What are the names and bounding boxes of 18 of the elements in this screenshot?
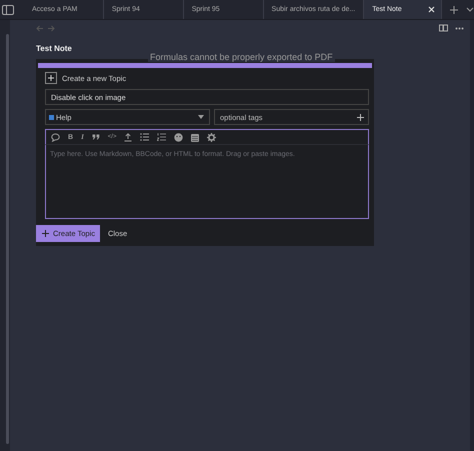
chevron-down-icon[interactable] xyxy=(466,7,474,12)
plus-icon xyxy=(45,72,57,84)
close-icon[interactable] xyxy=(428,6,436,13)
bullet-list-icon[interactable] xyxy=(140,133,150,141)
settings-icon[interactable] xyxy=(207,132,216,142)
caret-icon xyxy=(198,115,204,119)
new-tab-icon[interactable] xyxy=(450,6,458,14)
upload-icon[interactable] xyxy=(124,132,132,142)
plus-icon xyxy=(42,230,49,237)
note-text: Formulas cannot be properly exported to PDF xyxy=(148,52,335,62)
numbered-list-icon[interactable] xyxy=(157,133,166,141)
smiley-icon[interactable] xyxy=(174,132,184,142)
quote-icon[interactable] xyxy=(92,134,100,140)
comment-icon[interactable] xyxy=(51,132,60,142)
sidebar-toggle-icon[interactable] xyxy=(2,4,14,14)
plus-icon[interactable] xyxy=(357,114,364,120)
note-title: Test Note xyxy=(36,44,72,53)
more-icon[interactable] xyxy=(455,26,464,30)
